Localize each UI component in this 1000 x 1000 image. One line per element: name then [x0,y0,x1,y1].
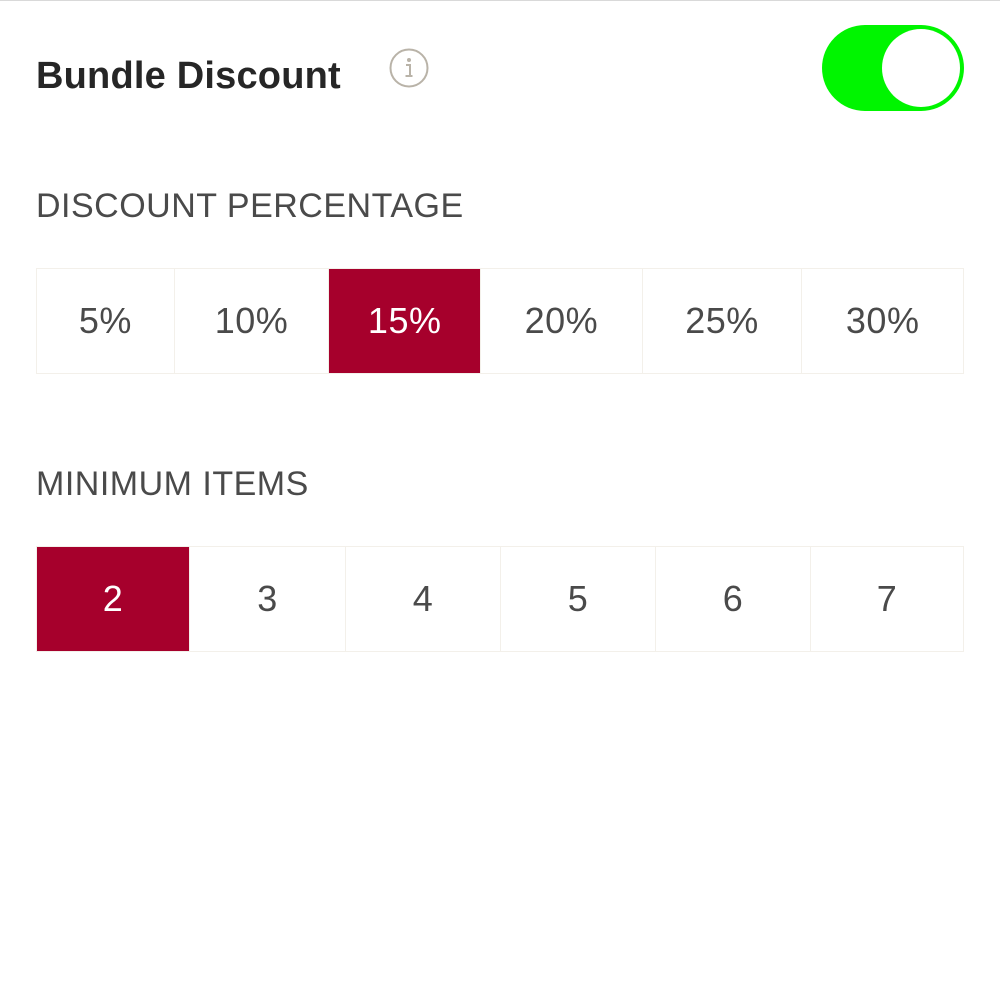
bundle-discount-toggle[interactable] [822,25,964,111]
discount-option-30[interactable]: 30% [802,269,964,373]
toggle-knob [882,29,960,107]
min-items-option-4[interactable]: 4 [346,547,501,651]
discount-percentage-selector: 5% 10% 15% 20% 25% 30% [36,268,964,374]
min-items-option-7[interactable]: 7 [811,547,963,651]
minimum-items-label: MINIMUM ITEMS [36,465,309,503]
min-items-option-2[interactable]: 2 [37,547,190,651]
discount-option-10[interactable]: 10% [174,269,330,373]
page-title: Bundle Discount [36,55,341,97]
discount-option-25[interactable]: 25% [642,269,803,373]
min-items-option-5[interactable]: 5 [501,547,656,651]
min-items-option-3[interactable]: 3 [190,547,346,651]
top-divider [0,0,1000,1]
discount-option-15[interactable]: 15% [329,269,482,373]
discount-option-5[interactable]: 5% [37,269,175,373]
discount-percentage-label: DISCOUNT PERCENTAGE [36,187,464,225]
min-items-option-6[interactable]: 6 [656,547,811,651]
discount-option-20[interactable]: 20% [481,269,643,373]
info-icon[interactable] [389,48,429,88]
minimum-items-selector: 2 3 4 5 6 7 [36,546,964,652]
